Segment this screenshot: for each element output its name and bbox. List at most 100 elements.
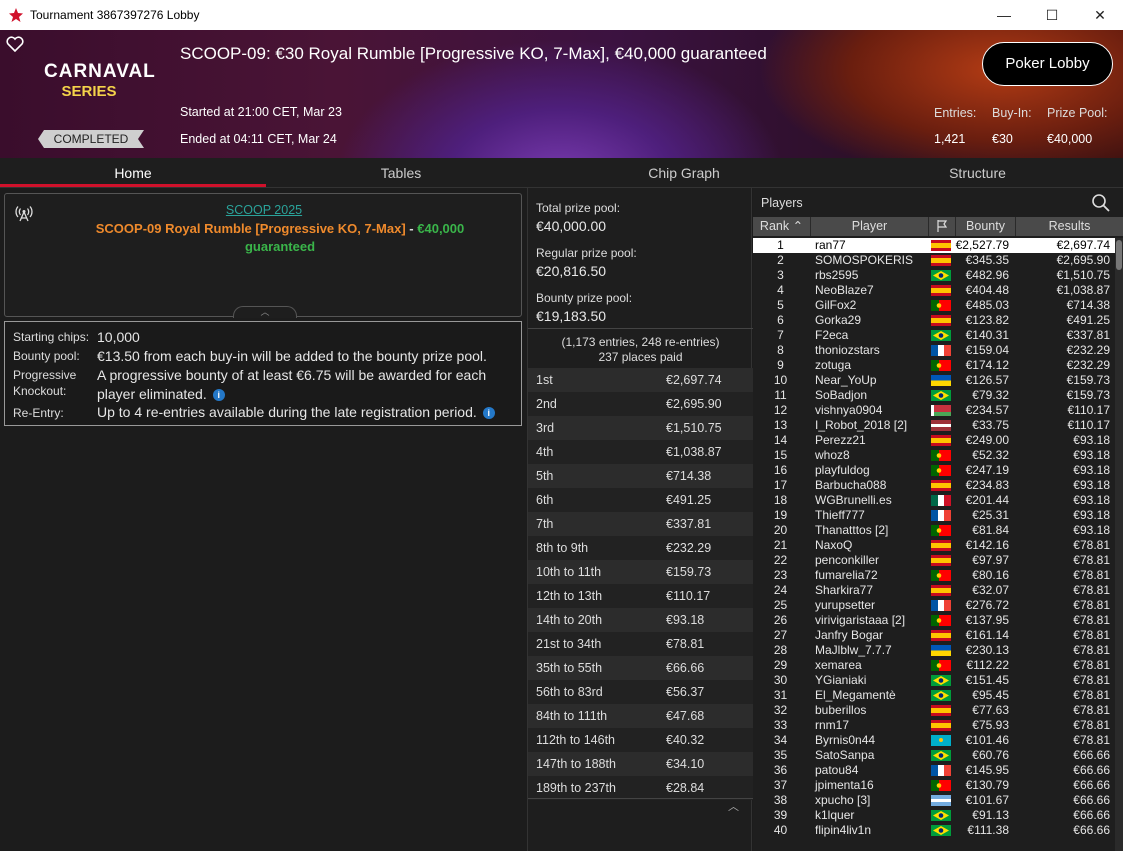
- player-rank: 28: [773, 643, 788, 657]
- player-row[interactable]: 21 NaxoQ €142.16 €78.81: [753, 538, 1115, 553]
- player-row[interactable]: 31 El_Megamentè €95.45 €78.81: [753, 688, 1115, 703]
- player-row[interactable]: 25 yurupsetter €276.72 €78.81: [753, 598, 1115, 613]
- player-bounty: €91.13: [972, 808, 1009, 822]
- player-result: €78.81: [1073, 733, 1110, 747]
- country-flag-icon: [931, 645, 951, 656]
- player-row[interactable]: 23 fumarelia72 €80.16 €78.81: [753, 568, 1115, 583]
- series-link[interactable]: SCOOP 2025: [5, 203, 523, 217]
- player-row[interactable]: 2 SOMOSPOKERIS €345.35 €2,695.90: [753, 253, 1115, 268]
- player-rank: 17: [773, 478, 788, 492]
- country-flag-icon: [931, 405, 951, 416]
- player-bounty: €112.22: [966, 658, 1010, 672]
- reentry-label: Re-Entry:: [13, 406, 64, 420]
- country-flag-icon: [931, 285, 951, 296]
- payout-amount: €56.37: [666, 685, 705, 699]
- player-column-header[interactable]: Player: [811, 217, 929, 236]
- player-row[interactable]: 20 Thanatttos [2] €81.84 €93.18: [753, 523, 1115, 538]
- player-row[interactable]: 34 Byrnis0n44 €101.46 €78.81: [753, 733, 1115, 748]
- bounty-column-header[interactable]: Bounty: [956, 217, 1016, 236]
- bounty-prize-label: Bounty prize pool:: [536, 291, 633, 305]
- player-bounty: €276.72: [965, 598, 1009, 612]
- player-row[interactable]: 36 patou84 €145.95 €66.66: [753, 763, 1115, 778]
- player-row[interactable]: 18 WGBrunelli.es €201.44 €93.18: [753, 493, 1115, 508]
- payout-place: 12th to 13th: [536, 589, 603, 603]
- player-row[interactable]: 38 xpucho [3] €101.67 €66.66: [753, 793, 1115, 808]
- player-row[interactable]: 24 Sharkira77 €32.07 €78.81: [753, 583, 1115, 598]
- pko-value-2: player eliminated. i: [97, 385, 225, 404]
- player-row[interactable]: 11 SoBadjon €79.32 €159.73: [753, 388, 1115, 403]
- player-row[interactable]: 3 rbs2595 €482.96 €1,510.75: [753, 268, 1115, 283]
- players-scrollbar[interactable]: [1115, 238, 1123, 851]
- payout-amount: €2,695.90: [666, 397, 722, 411]
- player-bounty: €161.14: [965, 628, 1009, 642]
- tab-tables[interactable]: Tables: [266, 158, 536, 188]
- favorite-heart-icon[interactable]: [6, 36, 24, 52]
- search-icon[interactable]: [1091, 193, 1111, 213]
- country-flag-icon: [931, 780, 951, 791]
- player-name: jpimenta16: [815, 778, 874, 792]
- maximize-button[interactable]: ☐: [1029, 0, 1075, 30]
- player-result: €66.66: [1073, 808, 1110, 822]
- carnaval-series-logo: CARNAVAL SERIES: [44, 62, 155, 112]
- player-row[interactable]: 32 buberillos €77.63 €78.81: [753, 703, 1115, 718]
- player-row[interactable]: 29 xemarea €112.22 €78.81: [753, 658, 1115, 673]
- scrollbar-thumb[interactable]: [1116, 240, 1122, 270]
- close-button[interactable]: ✕: [1077, 0, 1123, 30]
- player-row[interactable]: 26 virivigaristaaa [2] €137.95 €78.81: [753, 613, 1115, 628]
- player-row[interactable]: 1 ran77 €2,527.79 €2,697.74: [753, 238, 1115, 253]
- collapse-info-button[interactable]: ︿: [233, 306, 297, 318]
- tab-structure[interactable]: Structure: [832, 158, 1123, 188]
- payout-amount: €93.18: [666, 613, 705, 627]
- player-row[interactable]: 12 vishnya0904 €234.57 €110.17: [753, 403, 1115, 418]
- player-row[interactable]: 9 zotuga €174.12 €232.29: [753, 358, 1115, 373]
- player-row[interactable]: 7 F2eca €140.31 €337.81: [753, 328, 1115, 343]
- results-column-header[interactable]: Results: [1016, 217, 1123, 236]
- player-row[interactable]: 13 I_Robot_2018 [2] €33.75 €110.17: [753, 418, 1115, 433]
- player-row[interactable]: 39 k1lquer €91.13 €66.66: [753, 808, 1115, 823]
- player-bounty: €137.95: [965, 613, 1009, 627]
- player-bounty: €249.00: [965, 433, 1009, 447]
- rank-column-header[interactable]: Rank ⌃: [753, 217, 811, 236]
- payout-place: 147th to 188th: [536, 757, 616, 771]
- chevron-up-icon[interactable]: ︿: [728, 798, 739, 814]
- tab-chip-graph[interactable]: Chip Graph: [536, 158, 832, 188]
- player-row[interactable]: 19 Thieff777 €25.31 €93.18: [753, 508, 1115, 523]
- player-row[interactable]: 40 flipin4liv1n €111.38 €66.66: [753, 823, 1115, 838]
- player-row[interactable]: 16 playfuldog €247.19 €93.18: [753, 463, 1115, 478]
- player-name: Perezz21: [815, 433, 866, 447]
- player-result: €78.81: [1073, 673, 1110, 687]
- player-row[interactable]: 6 Gorka29 €123.82 €491.25: [753, 313, 1115, 328]
- country-flag-icon: [931, 420, 951, 431]
- poker-lobby-button[interactable]: Poker Lobby: [982, 42, 1113, 86]
- player-row[interactable]: 30 YGianiaki €151.45 €78.81: [753, 673, 1115, 688]
- player-rank: 24: [773, 583, 788, 597]
- player-row[interactable]: 14 Perezz21 €249.00 €93.18: [753, 433, 1115, 448]
- player-row[interactable]: 35 SatoSanpa €60.76 €66.66: [753, 748, 1115, 763]
- player-row[interactable]: 10 Near_YoUp €126.57 €159.73: [753, 373, 1115, 388]
- country-flag-icon: [931, 465, 951, 476]
- player-row[interactable]: 27 Janfry Bogar €161.14 €78.81: [753, 628, 1115, 643]
- player-name: thoniozstars: [815, 343, 880, 357]
- country-flag-icon: [931, 615, 951, 626]
- payout-amount: €28.84: [666, 781, 705, 795]
- player-row[interactable]: 5 GilFox2 €485.03 €714.38: [753, 298, 1115, 313]
- player-row[interactable]: 15 whoz8 €52.32 €93.18: [753, 448, 1115, 463]
- player-row[interactable]: 8 thoniozstars €159.04 €232.29: [753, 343, 1115, 358]
- player-row[interactable]: 22 penconkiller €97.97 €78.81: [753, 553, 1115, 568]
- player-name: zotuga: [815, 358, 852, 372]
- player-row[interactable]: 4 NeoBlaze7 €404.48 €1,038.87: [753, 283, 1115, 298]
- payout-row: 189th to 237th €28.84: [528, 776, 753, 800]
- reentry-info-icon[interactable]: i: [482, 407, 495, 420]
- pko-info-icon[interactable]: i: [212, 389, 225, 402]
- country-flag-icon: [931, 360, 951, 371]
- player-row[interactable]: 37 jpimenta16 €130.79 €66.66: [753, 778, 1115, 793]
- player-row[interactable]: 33 rnm17 €75.93 €78.81: [753, 718, 1115, 733]
- payout-place: 7th: [536, 517, 554, 531]
- player-rank: 36: [773, 763, 788, 777]
- player-row[interactable]: 28 MaJlblw_7.7.7 €230.13 €78.81: [753, 643, 1115, 658]
- payout-place: 35th to 55th: [536, 661, 603, 675]
- player-row[interactable]: 17 Barbucha088 €234.83 €93.18: [753, 478, 1115, 493]
- minimize-button[interactable]: —: [981, 0, 1027, 30]
- end-time: Ended at 04:11 CET, Mar 24: [180, 132, 337, 146]
- country-column-header[interactable]: [929, 217, 956, 236]
